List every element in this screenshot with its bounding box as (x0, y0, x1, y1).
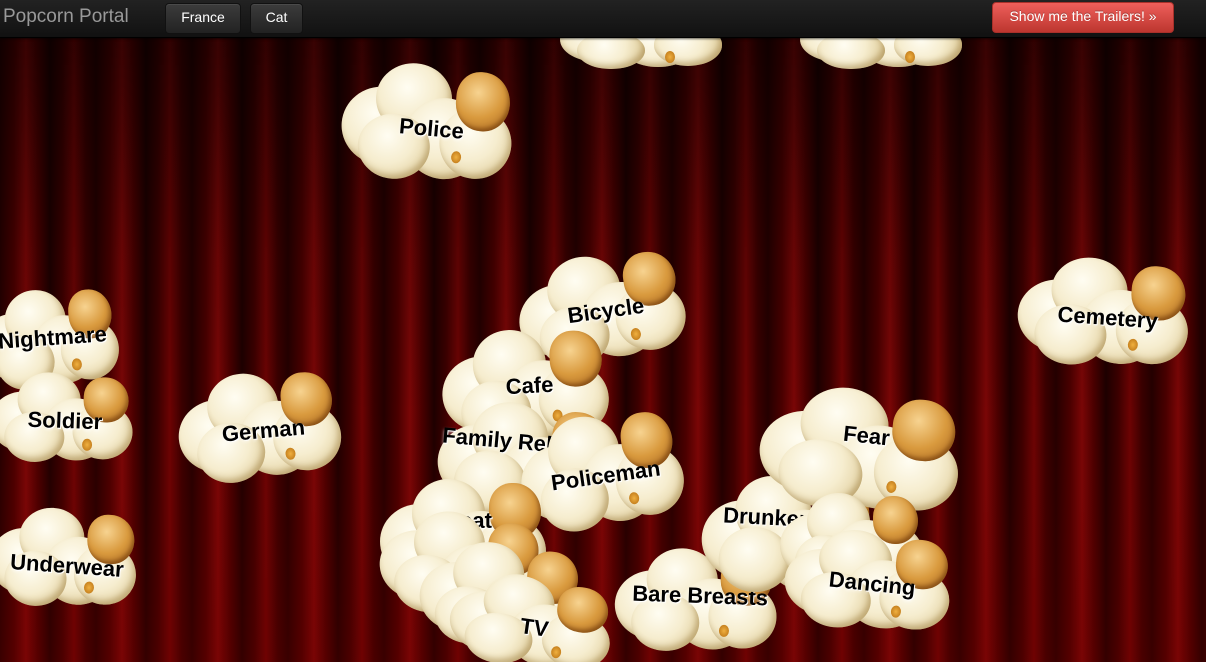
popcorn-puff (577, 38, 645, 70)
popcorn-kernel[interactable] (800, 38, 970, 73)
popcorn-kernel[interactable]: TV (444, 562, 626, 662)
popcorn-kernel[interactable]: Soldier (0, 365, 142, 470)
popcorn-kernel[interactable]: Underwear (0, 498, 149, 619)
top-navbar: Popcorn Portal France Cat Show me the Tr… (0, 0, 1206, 38)
tag-button-france[interactable]: France (165, 3, 241, 34)
show-trailers-button[interactable]: Show me the Trailers! » (992, 2, 1174, 33)
popcorn-kernel[interactable]: Dancing (780, 517, 966, 645)
kernel-speck (905, 50, 916, 63)
popcorn-kernel[interactable]: Cemetery (1014, 247, 1202, 379)
popcorn-kernel[interactable] (560, 38, 730, 73)
popcorn-puff (817, 38, 885, 70)
popcorn-kernel[interactable]: German (173, 359, 353, 493)
curtain-stage: Police Nightmare Soldier Underwear German Bic… (0, 38, 1206, 662)
popcorn-kernel[interactable]: Police (337, 50, 528, 195)
popcorn-label: Soldier (27, 406, 103, 435)
tag-button-cat[interactable]: Cat (250, 3, 303, 34)
kernel-speck (665, 50, 676, 63)
kernel-speck (1127, 338, 1138, 352)
brand-title[interactable]: Popcorn Portal (3, 6, 129, 28)
